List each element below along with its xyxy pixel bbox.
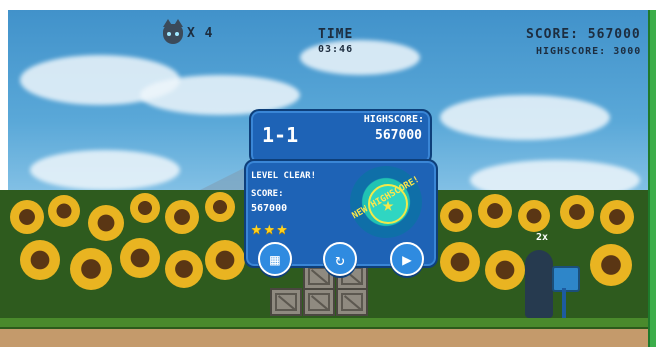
time-value: 03:46 (318, 44, 354, 55)
score-display: SCORE: 567000 (526, 27, 641, 42)
multiplier-label: 2x (536, 232, 549, 243)
sunflower (485, 250, 525, 290)
sunflower (590, 244, 632, 286)
level-clear-title: LEVEL CLEAR! (251, 171, 317, 181)
sunflower (165, 200, 199, 234)
sunflower (440, 200, 472, 232)
game-scene: 2x X 4 TIME 03:46 SCORE: 567000 HIGHSCOR… (0, 0, 656, 347)
replay-icon: ↻ (335, 249, 345, 269)
level-number: 1-1 (262, 123, 299, 147)
grid-icon: ▦ (270, 249, 280, 269)
highscore-display: HIGHSCORE: 3000 (536, 46, 642, 57)
lives-cat-icon (163, 19, 183, 44)
sunflower (20, 240, 60, 280)
sunflower (440, 242, 480, 282)
sunflower (88, 205, 124, 241)
star-rating: ★★★ (251, 218, 290, 239)
score-label: SCORE: (251, 189, 284, 199)
sunflower (205, 192, 235, 222)
lives-count: X 4 (187, 26, 214, 41)
crate (336, 288, 368, 316)
cat-eye (167, 32, 171, 36)
highscore-value: 567000 (375, 128, 422, 143)
level-sign (552, 266, 580, 292)
sign-post (562, 288, 566, 318)
crate (303, 288, 335, 316)
cat-eye (175, 32, 179, 36)
sunflower (130, 193, 160, 223)
time-label: TIME (318, 27, 354, 42)
cloud (440, 95, 610, 140)
play-icon: ▶ (402, 249, 412, 269)
crate (270, 288, 302, 316)
highscore-label: HIGHSCORE: (363, 114, 424, 125)
sunflower (165, 250, 203, 288)
sunflower (478, 194, 512, 228)
cloud (30, 150, 180, 190)
sunflower (205, 240, 245, 280)
sunflower (70, 248, 112, 290)
green-pipe (648, 10, 656, 347)
sunflower (120, 238, 160, 278)
cat-character (525, 250, 553, 318)
grass-edge (0, 318, 656, 329)
sunflower (48, 195, 80, 227)
level-info-panel: 1-1 HIGHSCORE: 567000 (249, 109, 432, 165)
sunflower (10, 200, 44, 234)
new-highscore-badge: ★ NEW HIGHSCORE! (350, 166, 422, 238)
sunflower (560, 195, 594, 229)
next-level-button[interactable]: ▶ (390, 242, 424, 276)
replay-button[interactable]: ↻ (323, 242, 357, 276)
top-border (0, 0, 656, 10)
sunflower (518, 200, 550, 232)
level-select-button[interactable]: ▦ (258, 242, 292, 276)
sunflower (600, 200, 634, 234)
score-value: 567000 (251, 203, 288, 214)
